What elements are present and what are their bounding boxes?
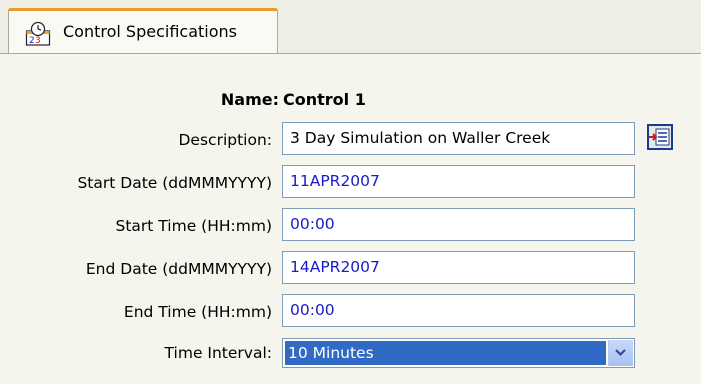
start-time-field[interactable]: 00:00 (282, 208, 635, 241)
end-time-field[interactable]: 00:00 (282, 294, 635, 327)
time-interval-select[interactable]: 10 Minutes (282, 338, 635, 368)
time-interval-selected-value: 10 Minutes (285, 341, 606, 365)
description-label: Description: (178, 131, 273, 149)
start-time-label: Start Time (HH:mm) (115, 217, 272, 235)
svg-text:2: 2 (29, 36, 35, 46)
name-value: Control 1 (283, 90, 366, 109)
start-date-label: Start Date (ddMMMYYYY) (77, 174, 272, 192)
tab-label: Control Specifications (63, 22, 237, 41)
chevron-down-icon (615, 349, 626, 357)
time-interval-dropdown-button[interactable] (608, 340, 633, 366)
end-date-label: End Date (ddMMMYYYY) (85, 260, 272, 278)
calendar-clock-icon: 2 3 (25, 21, 51, 46)
tab-control-specifications[interactable]: 2 3 Control Specifications (8, 8, 278, 54)
tab-accent-line (8, 8, 278, 11)
start-date-field[interactable]: 11APR2007 (282, 165, 635, 198)
description-field[interactable]: 3 Day Simulation on Waller Creek (282, 122, 635, 155)
end-time-label: End Time (HH:mm) (123, 303, 272, 321)
description-editor-icon[interactable] (645, 122, 675, 152)
tab-strip: 2 3 Control Specifications (0, 0, 701, 54)
end-date-field[interactable]: 14APR2007 (282, 251, 635, 284)
svg-text:3: 3 (35, 36, 41, 46)
time-interval-label: Time Interval: (164, 344, 272, 362)
name-label: Name: (220, 90, 279, 109)
